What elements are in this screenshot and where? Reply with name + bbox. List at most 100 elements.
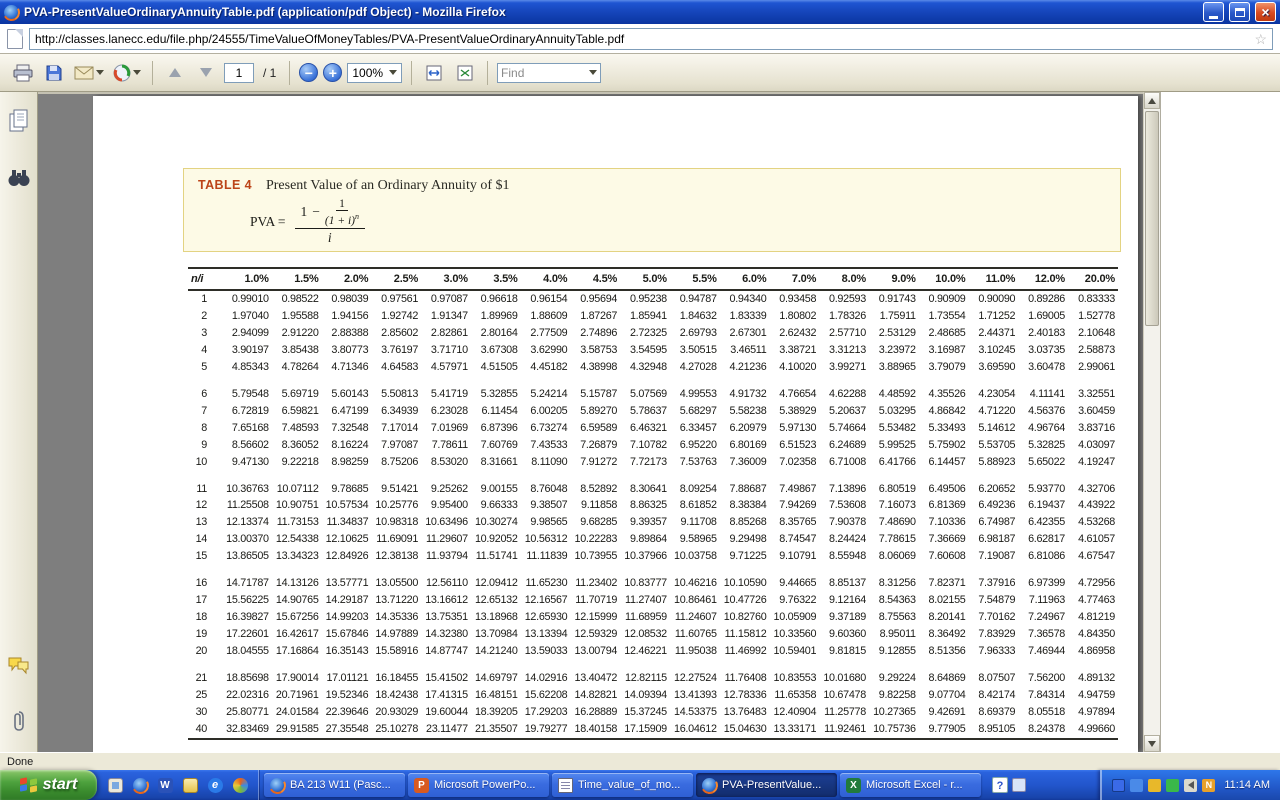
quick-launch-word-icon[interactable] (155, 774, 175, 796)
powerpoint-icon (414, 778, 429, 793)
zoom-out-button[interactable]: − (299, 63, 318, 82)
value-cell: 4.78264 (272, 359, 322, 376)
scroll-up-button[interactable] (1144, 92, 1160, 109)
comments-panel-button[interactable] (4, 650, 34, 680)
zoom-in-button[interactable]: + (323, 63, 342, 82)
attachments-panel-button[interactable] (4, 706, 34, 736)
value-cell: 4.67547 (1068, 548, 1118, 565)
taskbar-task[interactable]: Microsoft PowerPo... (408, 773, 549, 797)
scrollbar-thumb[interactable] (1145, 111, 1159, 326)
quick-launch-outlook-icon[interactable] (180, 774, 200, 796)
bookmark-star-icon[interactable]: ☆ (1254, 32, 1267, 46)
value-cell: 3.67308 (471, 342, 521, 359)
taskbar-task[interactable]: Microsoft Excel - r... (840, 773, 981, 797)
value-cell: 11.70719 (570, 592, 620, 609)
quick-launch-ie-icon[interactable] (205, 774, 225, 796)
value-cell: 9.76322 (769, 592, 819, 609)
value-cell: 3.60459 (1068, 403, 1118, 420)
value-cell: 8.09254 (670, 471, 720, 498)
status-bar: Done (0, 752, 1280, 770)
taskbar-task[interactable]: PVA-PresentValue... (696, 773, 837, 797)
page-number-input[interactable] (224, 63, 254, 83)
scrollbar-track[interactable] (1144, 328, 1160, 735)
period-cell: 40 (188, 721, 222, 739)
quick-launch-firefox-icon[interactable] (130, 774, 150, 796)
save-button[interactable] (41, 60, 67, 86)
maximize-button[interactable] (1229, 2, 1250, 22)
next-page-button[interactable] (193, 60, 219, 86)
rate-column-header: 12.0% (1018, 268, 1068, 290)
value-cell: 5.50813 (371, 376, 421, 403)
value-cell: 0.93458 (769, 290, 819, 308)
value-cell: 11.65230 (521, 565, 571, 592)
value-cell: 4.62288 (819, 376, 869, 403)
value-cell: 11.25778 (819, 704, 869, 721)
taskbar-task[interactable]: Time_value_of_mo... (552, 773, 693, 797)
collaborate-button[interactable] (111, 60, 143, 86)
value-cell: 9.12855 (869, 643, 919, 660)
url-input[interactable] (35, 32, 1254, 46)
value-cell: 7.53608 (819, 497, 869, 514)
quick-launch-show-desktop-icon[interactable] (105, 774, 125, 796)
page-count-label: / 1 (259, 66, 280, 80)
value-cell: 9.95400 (421, 497, 471, 514)
value-cell: 12.38138 (371, 548, 421, 565)
value-cell: 6.19437 (1018, 497, 1068, 514)
value-cell: 0.96154 (521, 290, 571, 308)
value-cell: 10.25776 (371, 497, 421, 514)
value-cell: 18.04555 (222, 643, 272, 660)
close-button[interactable]: × (1255, 2, 1276, 22)
norton-icon[interactable] (1202, 779, 1215, 792)
value-cell: 9.78685 (322, 471, 372, 498)
language-bar-icon[interactable] (1012, 778, 1026, 792)
value-cell: 13.57771 (322, 565, 372, 592)
value-cell: 19.52346 (322, 687, 372, 704)
value-cell: 7.02358 (769, 454, 819, 471)
value-cell: 3.32551 (1068, 376, 1118, 403)
print-icon (12, 64, 34, 82)
value-cell: 4.35526 (919, 376, 969, 403)
value-cell: 11.95038 (670, 643, 720, 660)
value-cell: 10.90751 (272, 497, 322, 514)
search-panel-button[interactable] (4, 162, 34, 192)
value-cell: 8.64869 (919, 660, 969, 687)
taskbar-task[interactable]: BA 213 W11 (Pasc... (264, 773, 405, 797)
value-cell: 7.94269 (769, 497, 819, 514)
previous-page-button[interactable] (162, 60, 188, 86)
antivirus-shield-icon[interactable] (1148, 779, 1161, 792)
value-cell: 4.53268 (1068, 514, 1118, 531)
scroll-down-button[interactable] (1144, 735, 1160, 752)
vertical-scrollbar[interactable] (1143, 92, 1160, 752)
address-bar[interactable]: ☆ (29, 28, 1273, 50)
value-cell: 8.07507 (968, 660, 1018, 687)
start-button[interactable]: start (0, 770, 97, 800)
period-cell: 16 (188, 565, 222, 592)
value-cell: 1.71252 (968, 308, 1018, 325)
formula-minus: − (312, 204, 320, 220)
value-cell: 8.69379 (968, 704, 1018, 721)
pdf-viewport[interactable]: TABLE 4 Present Value of an Ordinary Ann… (38, 92, 1143, 752)
messenger-icon[interactable] (1166, 779, 1179, 792)
value-cell: 6.41766 (869, 454, 919, 471)
value-cell: 4.86958 (1068, 643, 1118, 660)
value-cell: 29.91585 (272, 721, 322, 739)
quick-launch-media-player-icon[interactable] (230, 774, 250, 796)
find-input[interactable] (501, 66, 589, 80)
value-cell: 11.11839 (521, 548, 571, 565)
fit-page-button[interactable] (452, 60, 478, 86)
help-button[interactable] (992, 777, 1008, 793)
pages-panel-button[interactable] (4, 106, 34, 136)
print-button[interactable] (10, 60, 36, 86)
volume-icon[interactable] (1184, 779, 1197, 792)
windows-logo-icon (20, 777, 37, 793)
find-box[interactable] (497, 63, 601, 83)
display-icon[interactable] (1112, 779, 1125, 792)
value-cell: 2.10648 (1068, 325, 1118, 342)
minimize-button[interactable] (1203, 2, 1224, 22)
email-button[interactable] (72, 60, 106, 86)
network-icon[interactable] (1130, 779, 1143, 792)
collaborate-icon (113, 64, 131, 82)
fit-width-button[interactable] (421, 60, 447, 86)
value-cell: 9.39357 (620, 514, 670, 531)
zoom-level-select[interactable]: 100% (347, 63, 402, 83)
